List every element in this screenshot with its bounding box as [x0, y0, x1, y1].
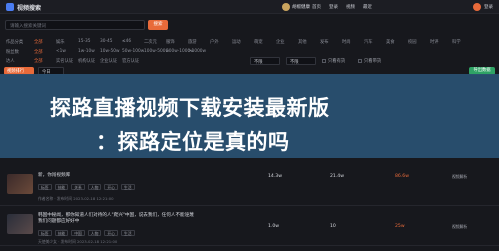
- filter-option[interactable]: 服饰: [166, 39, 188, 45]
- select-2[interactable]: 不限: [286, 57, 316, 65]
- nav-home[interactable]: 首页: [312, 4, 321, 10]
- video-thumbnail[interactable]: [7, 174, 33, 194]
- filter-label: 粉丝数: [6, 50, 19, 55]
- nav-video[interactable]: 视频: [346, 4, 355, 10]
- filter-option[interactable]: 美食: [386, 39, 408, 45]
- video-thumbnail[interactable]: [7, 214, 33, 234]
- filter-items: 全部 <1w 1w-10w 10w-50w 50w-100w 100w-500w 500w-…: [34, 49, 210, 55]
- login-link[interactable]: 登录: [484, 4, 493, 10]
- filter-option[interactable]: 户外: [210, 39, 232, 45]
- likes-count: 1.0w: [268, 224, 280, 229]
- filter-option[interactable]: 旅游: [188, 39, 210, 45]
- table-row[interactable]: 韩国中秘闻，那你知道人们对待的人"爬兴"中国，说去我们，任何人不能诬蔑我们问题都…: [0, 210, 499, 246]
- comments-count: 21.4w: [330, 174, 344, 179]
- tag: 标签: [38, 230, 52, 236]
- filter-option[interactable]: 10w-50w: [100, 49, 122, 55]
- hot-score: 86.6w: [395, 174, 409, 179]
- search-button[interactable]: 搜索: [148, 20, 168, 30]
- filter-option[interactable]: 企业认证: [100, 58, 122, 64]
- filter-option[interactable]: 50w-100w: [122, 49, 144, 55]
- filter-option[interactable]: 运动: [232, 39, 254, 45]
- tag: 人物: [87, 184, 102, 190]
- user-name[interactable]: 胡椒健康: [292, 4, 310, 10]
- filter-option[interactable]: 机构认证: [78, 58, 100, 64]
- filter-option[interactable]: 全部: [34, 39, 56, 45]
- filter-option[interactable]: 其他: [298, 39, 320, 45]
- filter-option[interactable]: 时尚: [342, 39, 364, 45]
- filter-option[interactable]: 科学: [452, 39, 474, 45]
- top-nav: 首页 登录 视频 最近: [312, 4, 372, 10]
- likes-count: 14.3w: [268, 174, 282, 179]
- filter-option[interactable]: 汽车: [364, 39, 386, 45]
- filter-option[interactable]: 二次元: [144, 39, 166, 45]
- filter-row-creator: 达人 全部 实名认证 机构认证 企业认证 官方认证 不限 不限 只看有货 只看带货: [0, 56, 499, 66]
- row-meta: 作者名称 · 发布时间 2023-02-18 12:21:00: [38, 196, 114, 201]
- app-logo-icon: [6, 3, 14, 11]
- row-title[interactable]: 新，你闯视频库: [38, 173, 198, 179]
- filter-option[interactable]: 30-45: [100, 39, 122, 45]
- tag: 技能: [54, 230, 69, 236]
- filter-option[interactable]: 校园: [408, 39, 430, 45]
- filter-option[interactable]: 500w-1000w: [166, 49, 194, 55]
- search-input[interactable]: 请输入搜索关键词: [5, 20, 145, 30]
- filter-label: 作品分类: [6, 40, 24, 45]
- overlay-title-line2: ：探路定位是真的吗: [96, 130, 290, 154]
- tag: 中国: [71, 230, 85, 236]
- tag: 关系: [71, 184, 85, 190]
- row-tags: 标签 技能 关系 人物 开心 生活: [38, 184, 135, 190]
- user-icon[interactable]: [473, 3, 481, 11]
- comments-count: 10: [330, 224, 336, 229]
- top-right: 登录: [473, 3, 493, 11]
- hot-score: 25w: [395, 224, 405, 229]
- filter-option[interactable]: 全部: [34, 58, 56, 64]
- app-title: 视频搜索: [17, 5, 42, 12]
- parse-video-link[interactable]: 视频解析: [452, 224, 467, 230]
- filter-option[interactable]: 实名认证: [56, 58, 78, 64]
- tag: 生活: [120, 184, 135, 190]
- tag: 开心: [104, 184, 118, 190]
- check-with-goods[interactable]: 只看带货: [358, 58, 381, 64]
- filter-option[interactable]: <1w: [56, 49, 78, 55]
- filter-label: 达人: [6, 59, 15, 64]
- top-bar: 视频搜索 胡椒健康 首页 登录 视频 最近 登录: [0, 0, 499, 14]
- filter-option[interactable]: 1w-10w: [78, 49, 100, 55]
- filter-option[interactable]: 发布: [320, 39, 342, 45]
- tag: 标签: [38, 184, 52, 190]
- check-label: 只看有货: [328, 59, 346, 64]
- filter-option[interactable]: >1000w: [188, 49, 210, 55]
- user-avatar[interactable]: [282, 3, 290, 11]
- table-row[interactable]: 新，你闯视频库 标签 技能 关系 人物 开心 生活 作者名称 · 发布时间 20…: [0, 170, 499, 206]
- check-label: 只看带货: [364, 59, 382, 64]
- filter-option[interactable]: 全部: [34, 49, 56, 55]
- overlay-title-line1: 探路直播视频下载安装最新版: [50, 96, 330, 120]
- filter-option[interactable]: 官方认证: [122, 58, 144, 64]
- filter-option[interactable]: ≤46: [122, 39, 144, 45]
- nav-login[interactable]: 登录: [329, 4, 338, 10]
- check-in-stock[interactable]: 只看有货: [322, 58, 345, 64]
- tag: 技能: [54, 184, 69, 190]
- nav-recent[interactable]: 最近: [363, 4, 372, 10]
- tag: 人物: [87, 230, 102, 236]
- select-1[interactable]: 不限: [250, 57, 280, 65]
- filter-row-category: 作品分类 全部 娱乐 15-35 30-45 ≤46 二次元 服饰 旅游 户外 运动 萌宠 企业 其他发…: [0, 37, 499, 47]
- filter-option[interactable]: 企业: [276, 39, 298, 45]
- filter-items: 全部 实名认证 机构认证 企业认证 官方认证: [34, 58, 144, 64]
- row-tags: 标签 技能 中国 人物 开心 生活: [38, 230, 135, 236]
- row-title[interactable]: 韩国中秘闻，那你知道人们对待的人"爬兴"中国，说去我们，任何人不能诬蔑我们问题都…: [38, 213, 198, 225]
- search-row: 请输入搜索关键词 搜索: [0, 16, 499, 36]
- tag: 开心: [104, 230, 118, 236]
- filter-option[interactable]: 娱乐: [56, 39, 78, 45]
- filter-option[interactable]: 萌宠: [254, 39, 276, 45]
- parse-video-link[interactable]: 视频解析: [452, 174, 467, 180]
- filter-items: 全部 娱乐 15-35 30-45 ≤46 二次元 服饰 旅游 户外 运动 萌宠 企业 其他 发布 时尚 汽车…: [34, 39, 474, 45]
- tag: 生活: [120, 230, 135, 236]
- filter-option[interactable]: 100w-500w: [144, 49, 169, 55]
- filter-option[interactable]: 时评: [430, 39, 452, 45]
- filter-option[interactable]: 15-35: [78, 39, 100, 45]
- row-meta: 天使美少女 · 发布时间 2023-02-18 12:21:00: [38, 239, 118, 244]
